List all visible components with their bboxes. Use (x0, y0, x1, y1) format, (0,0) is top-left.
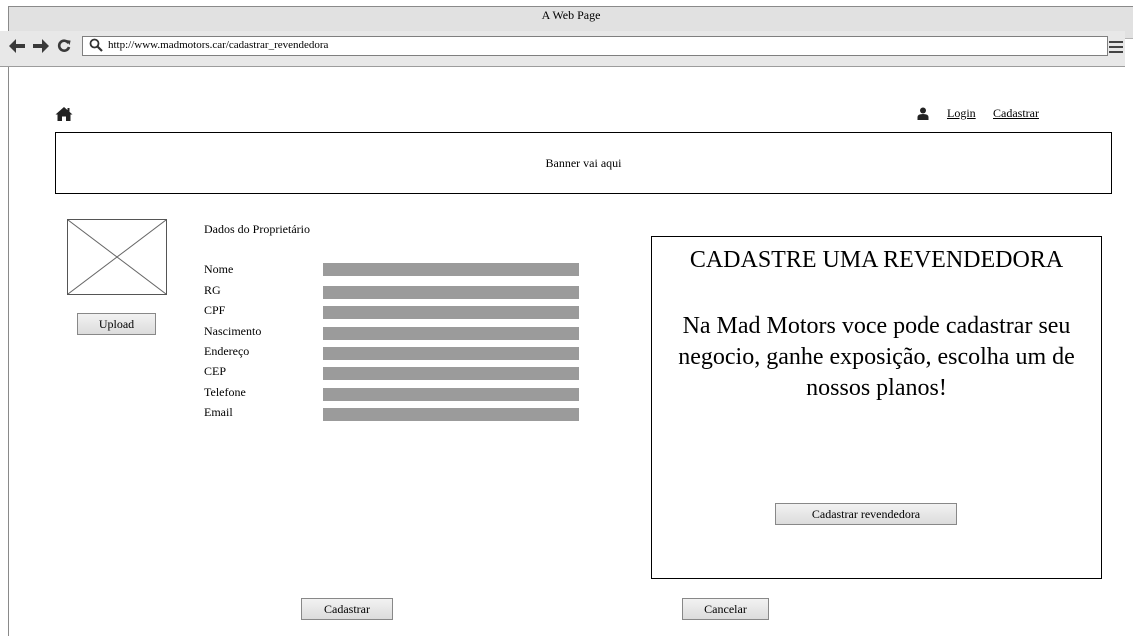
field-label-endereco: Endereço (204, 344, 250, 358)
rg-input[interactable] (323, 286, 579, 299)
search-icon (89, 38, 103, 52)
field-label-nome: Nome (204, 262, 234, 276)
hamburger-menu-icon[interactable] (1109, 41, 1123, 55)
endereco-input[interactable] (323, 347, 579, 360)
forward-button[interactable] (32, 39, 50, 57)
reload-icon (57, 39, 71, 52)
signup-link[interactable]: Cadastrar (993, 106, 1039, 121)
image-placeholder (67, 219, 167, 295)
owner-section-title: Dados do Proprietário (204, 222, 310, 236)
browser-toolbar: http://www.madmotors.car/cadastrar_reven… (0, 31, 1125, 67)
reload-button[interactable] (55, 39, 73, 57)
login-link[interactable]: Login (947, 106, 976, 121)
field-label-nascimento: Nascimento (204, 324, 262, 338)
home-icon[interactable] (55, 106, 73, 122)
upload-button[interactable]: Upload (77, 313, 156, 335)
window-title: A Web Page (541, 8, 601, 22)
field-label-cpf: CPF (204, 303, 226, 317)
promo-title: CADASTRE UMA REVENDEDORA (689, 247, 1064, 273)
cadastrar-revendedora-button[interactable]: Cadastrar revendedora (775, 503, 957, 525)
url-text: http://www.madmotors.car/cadastrar_reven… (108, 39, 329, 51)
cancel-button[interactable]: Cancelar (682, 598, 769, 620)
back-arrow-icon (9, 39, 25, 53)
forward-arrow-icon (33, 39, 49, 53)
submit-button[interactable]: Cadastrar (301, 598, 393, 620)
field-label-telefone: Telefone (204, 385, 246, 399)
field-label-rg: RG (204, 283, 221, 297)
nascimento-input[interactable] (323, 327, 579, 340)
back-button[interactable] (8, 39, 26, 57)
banner-text: Banner vai aqui (545, 156, 622, 170)
banner: Banner vai aqui (55, 132, 1112, 194)
promo-panel: CADASTRE UMA REVENDEDORA Na Mad Motors v… (651, 236, 1102, 579)
email-input[interactable] (323, 408, 579, 421)
telefone-input[interactable] (323, 388, 579, 401)
user-icon (917, 107, 929, 120)
address-bar[interactable]: http://www.madmotors.car/cadastrar_reven… (82, 36, 1108, 56)
image-placeholder-icon (68, 220, 166, 294)
nome-input[interactable] (323, 263, 579, 276)
cep-input[interactable] (323, 367, 579, 380)
field-label-cep: CEP (204, 364, 227, 378)
promo-text: Na Mad Motors voce pode cadastrar seu ne… (678, 313, 1075, 401)
cpf-input[interactable] (323, 306, 579, 319)
field-label-email: Email (204, 405, 233, 419)
